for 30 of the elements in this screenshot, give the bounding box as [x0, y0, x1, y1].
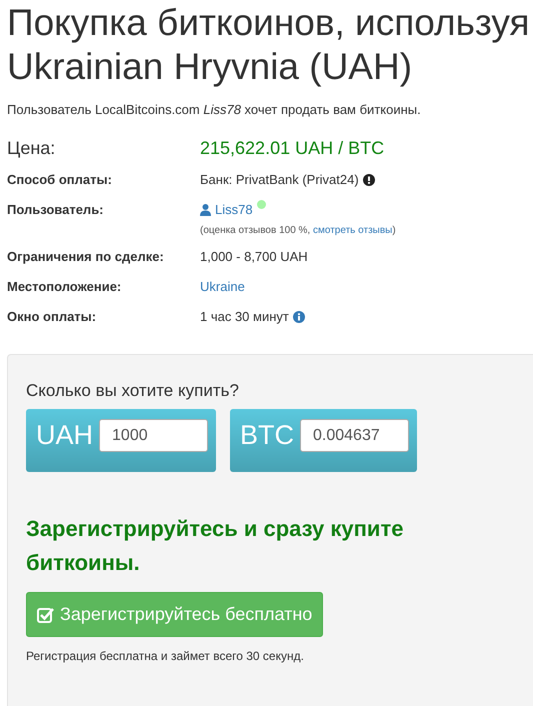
intro-text: Пользователь LocalBitcoins.com Liss78 хочет продать вам биткоины.	[7, 102, 422, 117]
payment-method: Банк: PrivatBank (Privat24)	[200, 171, 359, 189]
page-title: Покупка биткоинов, используя	[7, 1, 531, 44]
user-icon	[200, 204, 211, 216]
signup-heading: Зарегистрируйтесь и сразу купите биткоины.	[26, 515, 404, 577]
amount-input[interactable]: 0.004637	[300, 419, 410, 452]
location-link[interactable]: Ukraine	[200, 277, 245, 296]
checkbox-icon	[37, 606, 54, 622]
detail-label: Ограничения по сделке:	[7, 248, 165, 266]
page-title: Ukrainian Hryvnia (UAH)	[7, 45, 414, 88]
detail-label: Местоположение:	[7, 278, 122, 296]
register-button[interactable]: Зарегистрируйтесь бесплатно	[26, 592, 324, 637]
registration-note: Регистрация бесплатна и займет всего 30 секунд.	[26, 649, 305, 663]
feedback-paren: )	[392, 225, 396, 236]
payment-window-value: 1 час 30 минут	[200, 308, 289, 326]
feedback-score: (оценка отзывов 100 %,	[200, 225, 312, 236]
detail-label: Цена:	[7, 137, 56, 160]
detail-label: Окно оплаты:	[7, 308, 98, 326]
username-link[interactable]: Liss78	[215, 200, 253, 219]
info-icon	[292, 310, 305, 322]
exclamation-icon	[362, 174, 375, 186]
detail-label: Пользователь:	[7, 201, 105, 219]
currency-label: BTC	[240, 420, 294, 451]
detail-label: Способ оплаты:	[7, 171, 113, 189]
amount-question: Сколько вы хотите купить?	[26, 381, 240, 401]
currency-label: UAH	[36, 420, 94, 451]
amount-input[interactable]: 1000	[99, 419, 208, 452]
limits-value: 1,000 - 8,700 UAH	[200, 248, 309, 266]
feedback-link[interactable]: смотреть отзывы	[312, 225, 392, 236]
price-value: 215,622.01 UAH / BTC	[200, 137, 386, 159]
